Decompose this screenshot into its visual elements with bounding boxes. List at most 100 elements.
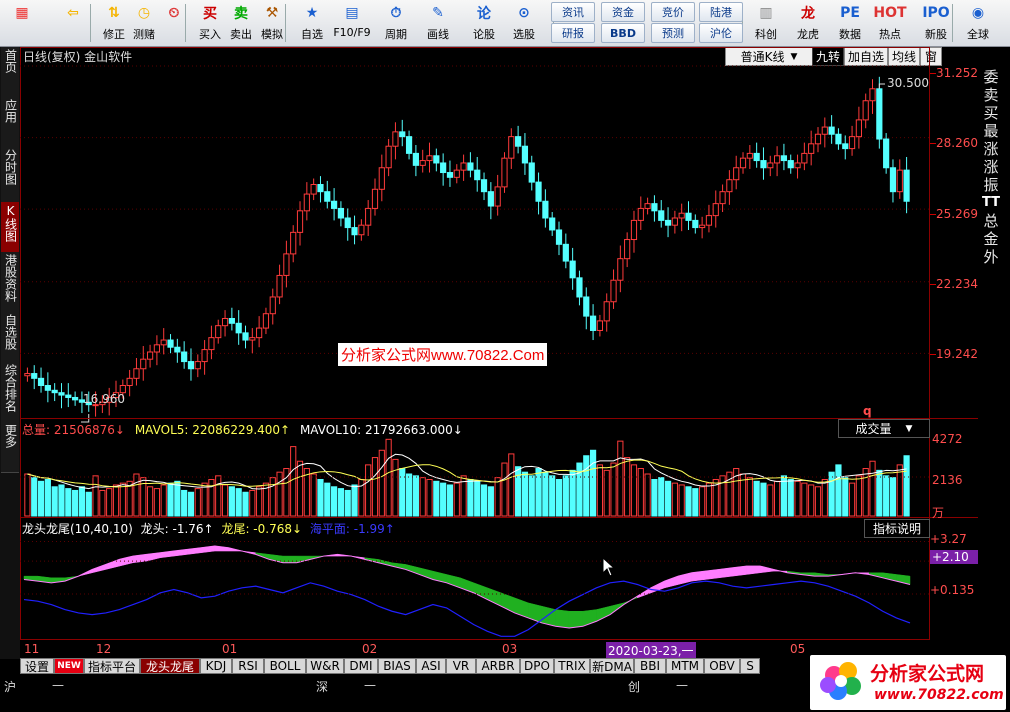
volume-bar [746, 477, 753, 517]
volume-bar [644, 473, 651, 517]
volume-tick-label: 万 [932, 506, 945, 520]
tab-15[interactable]: 新DMA [590, 658, 634, 674]
right-nav-item-5[interactable]: 涨 [980, 158, 1002, 176]
candle [637, 207, 644, 221]
ticker-cy[interactable]: 创 [628, 678, 640, 695]
candle [569, 260, 576, 279]
right-nav-item-10[interactable]: 外 [980, 248, 1002, 266]
volume-bar [869, 460, 876, 517]
volume-bar [310, 473, 317, 517]
candle [848, 136, 856, 150]
right-nav-item-4[interactable]: 涨 [980, 140, 1002, 158]
tab-1[interactable]: NEW [54, 658, 84, 674]
volume-bar [487, 486, 494, 517]
candle [780, 155, 788, 162]
candle [405, 136, 413, 154]
volume-bar [808, 484, 815, 517]
tab-10[interactable]: ASI [416, 658, 446, 674]
tab-8[interactable]: DMI [344, 658, 378, 674]
tab-18[interactable]: OBV [704, 658, 740, 674]
tab-3[interactable]: 龙头龙尾 [140, 658, 200, 674]
tab-6[interactable]: BOLL [264, 658, 306, 674]
candle [535, 181, 542, 202]
right-nav: 委卖买最涨涨振 TT 总金外 [980, 68, 1002, 338]
candle [733, 167, 740, 181]
candle [146, 351, 154, 360]
volume-bar [228, 486, 235, 517]
candle [467, 162, 474, 171]
tab-4[interactable]: KDJ [200, 658, 232, 674]
candle [269, 296, 276, 315]
right-nav-item-2[interactable]: 买 [980, 104, 1002, 122]
volume-bar [31, 477, 38, 517]
indicator-tabs: 设置 NEW 指标平台 龙头龙尾 KDJ RSI BOLL W&R DMI BIAS ASI VR AR… [20, 658, 900, 675]
candle [249, 337, 256, 341]
dragon-tail-value: 龙尾: -0.768↓ [221, 522, 303, 536]
volume-bar [426, 478, 433, 517]
tab-12[interactable]: ARBR [476, 658, 520, 674]
tab-7[interactable]: W&R [306, 658, 344, 674]
volume-bar [794, 480, 801, 517]
candle [664, 219, 672, 226]
tab-14[interactable]: TRIX [554, 658, 590, 674]
candle [787, 160, 794, 169]
dragon-band [814, 572, 829, 577]
dragon-band [419, 567, 434, 580]
right-nav-item-3[interactable]: 最 [980, 122, 1002, 140]
volume-bar [37, 480, 45, 517]
volume-bar [876, 469, 883, 517]
volume-bar [583, 455, 590, 517]
right-nav-item-6[interactable]: 振 [980, 176, 1002, 194]
volume-bar [112, 484, 120, 517]
right-nav-item-8[interactable]: 总 [980, 212, 1002, 230]
volume-bar [658, 477, 665, 517]
right-nav-item-7[interactable]: TT [980, 194, 1002, 212]
volume-bar [433, 480, 440, 517]
ticker-cy-value: — [676, 678, 688, 692]
candle [24, 373, 31, 377]
volume-bar [324, 482, 331, 517]
candle [392, 131, 399, 147]
tab-17[interactable]: MTM [666, 658, 704, 674]
tab-0[interactable]: 设置 [20, 658, 54, 674]
volume-total: 总量: 21506876↓ [22, 423, 125, 437]
volume-bar [242, 491, 249, 517]
volume-bar [508, 453, 515, 517]
ticker-sz[interactable]: 深 [316, 678, 328, 695]
tab-11[interactable]: VR [446, 658, 476, 674]
candle [194, 361, 201, 370]
volume-bar [848, 482, 856, 517]
volume-bar [617, 440, 624, 517]
candle [719, 191, 726, 205]
right-nav-item-1[interactable]: 卖 [980, 86, 1002, 104]
right-nav-item-0[interactable]: 委 [980, 68, 1002, 86]
ticker-sh[interactable]: 沪 [4, 678, 16, 695]
ticker-sz-value: — [364, 678, 376, 692]
candle [549, 217, 556, 231]
tab-19[interactable]: S [740, 658, 760, 674]
tab-13[interactable]: DPO [520, 658, 554, 674]
candle [51, 389, 58, 394]
mavol5-value: MAVOL5: 22086229.400↑ [134, 423, 291, 437]
candle [256, 327, 263, 339]
volume-bar [344, 489, 351, 517]
volume-bar [378, 449, 385, 517]
dragon-head-value: 龙头: -1.76↑ [140, 522, 214, 536]
tab-16[interactable]: BBI [634, 658, 666, 674]
candle [808, 143, 815, 154]
tab-5[interactable]: RSI [232, 658, 264, 674]
candle [399, 131, 406, 138]
volume-bar [221, 484, 229, 517]
tab-9[interactable]: BIAS [378, 658, 416, 674]
candle [515, 136, 522, 147]
volume-indicator-select[interactable]: 成交量 ▼ [838, 419, 930, 438]
volume-bar [467, 478, 474, 517]
tab-2[interactable]: 指标平台 [84, 658, 140, 674]
candle [310, 183, 317, 195]
candle [821, 126, 828, 135]
volume-bar [610, 462, 617, 517]
indicator-help-button[interactable]: 指标说明 [864, 519, 930, 538]
volume-bar [106, 488, 113, 517]
right-nav-item-9[interactable]: 金 [980, 230, 1002, 248]
candle [705, 215, 713, 226]
